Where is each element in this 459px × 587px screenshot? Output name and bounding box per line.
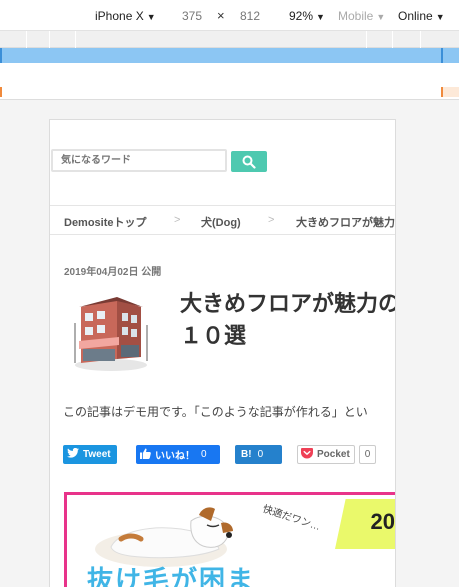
network-throttle-select[interactable]: Online ▼ (398, 9, 445, 23)
banner-number: 20 (370, 509, 395, 534)
pocket-icon (301, 447, 313, 462)
viewport-height-input[interactable]: 812 (240, 9, 260, 23)
pocket-button[interactable]: Pocket (297, 445, 355, 464)
media-query-divider (75, 31, 76, 48)
facebook-like-button[interactable]: いいね！ 0 (136, 445, 220, 464)
breadcrumb-current: 大きめフロアが魅力 (296, 217, 395, 229)
twitter-bird-icon (67, 447, 79, 461)
chevron-down-icon: ▼ (376, 12, 386, 22)
ruler-marker (0, 87, 2, 97)
hatena-bookmark-count: 0 (257, 449, 264, 460)
device-type-select[interactable]: Mobile ▼ (338, 9, 385, 23)
search-icon (242, 155, 256, 169)
media-query-divider (392, 31, 393, 48)
media-query-divider (366, 31, 367, 48)
device-type-label: Mobile (338, 9, 374, 23)
media-query-edge (0, 48, 2, 63)
media-query-divider (420, 31, 421, 48)
article-eyecatch-banner[interactable]: 20 快適だワン… 抜け毛が困ま (64, 492, 395, 587)
publish-date: 2019年04月02日 公開 (64, 267, 162, 278)
pocket-count: 0 (359, 445, 376, 464)
viewport-width-input[interactable]: 375 (182, 9, 202, 23)
viewport-ruler (0, 63, 459, 100)
device-select[interactable]: iPhone X ▼ (95, 9, 156, 23)
article-lead-text: この記事はデモ用です。「このような記事が作れる」とい (63, 405, 368, 419)
article-title: 大きめフロアが魅力の １０選 (180, 291, 396, 348)
search-input[interactable] (51, 149, 227, 172)
device-label: iPhone X (95, 9, 144, 23)
device-viewport: Demositeトップ > 犬(Dog) > 大きめフロアが魅力 2019年04… (49, 119, 396, 587)
media-query-bar[interactable] (0, 31, 459, 48)
devtools-device-toolbar: iPhone X ▼ 375 × 812 92% ▼ Mobile ▼ Online ▼ (0, 0, 459, 31)
thumbs-up-icon (140, 448, 151, 462)
media-query-divider (26, 31, 27, 48)
pocket-label: Pocket (317, 449, 350, 460)
breadcrumb-category-link[interactable]: 犬(Dog) (201, 214, 241, 230)
zoom-label: 92% (289, 9, 314, 23)
media-query-active-bar[interactable] (0, 48, 459, 63)
hatena-bookmark-button[interactable]: B! 0 (235, 445, 282, 464)
chevron-down-icon: ▼ (435, 12, 445, 22)
facebook-like-label: いいね！ (155, 451, 195, 462)
breadcrumb-home-link[interactable]: Demositeトップ (64, 214, 147, 230)
hatena-bookmark-icon: B! (241, 449, 252, 460)
chevron-down-icon: ▼ (316, 12, 325, 22)
chevron-down-icon: ▼ (146, 12, 156, 22)
breadcrumb-separator: > (174, 214, 181, 226)
facebook-like-count: 0 (201, 449, 207, 460)
network-label: Online (398, 9, 433, 23)
tweet-label: Tweet (83, 449, 111, 460)
search-button[interactable] (231, 151, 267, 172)
banner-tagline: 快適だワン… (261, 503, 322, 533)
breadcrumb-separator: > (268, 214, 275, 226)
tweet-button[interactable]: Tweet (63, 445, 117, 464)
banner-headline: 抜け毛が困ま (87, 565, 256, 587)
zoom-select[interactable]: 92% ▼ (289, 9, 325, 23)
media-query-edge (441, 48, 443, 63)
breadcrumb: Demositeトップ > 犬(Dog) > 大きめフロアが魅力 (50, 205, 395, 235)
ruler-overflow-tint (443, 87, 459, 97)
media-query-divider (49, 31, 50, 48)
article-thumbnail[interactable] (67, 293, 155, 375)
dimension-separator: × (217, 8, 225, 23)
